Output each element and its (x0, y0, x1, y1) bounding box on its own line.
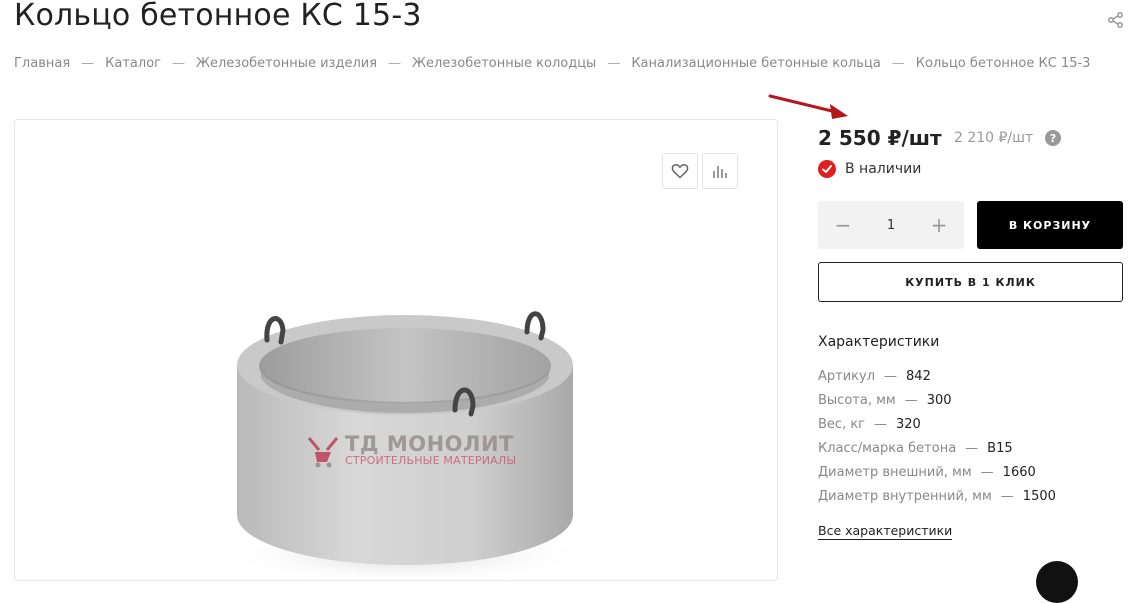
product-gallery: ТД МОНОЛИТ СТРОИТЕЛЬНЫЕ МАТЕРИАЛЫ (14, 119, 778, 581)
spec-value: 842 (906, 369, 931, 384)
spec-dash: — (965, 441, 979, 456)
watermark-brand-name: ТД МОНОЛИТ (345, 432, 514, 456)
breadcrumb-link-home[interactable]: Главная (14, 56, 70, 71)
question-icon[interactable]: ? (1045, 130, 1061, 146)
quantity-stepper: − 1 + (818, 201, 964, 249)
spec-value: B15 (987, 441, 1013, 456)
spec-dash: — (1000, 489, 1014, 504)
spec-value: 320 (896, 417, 921, 432)
all-specs-link[interactable]: Все характеристики (818, 523, 953, 540)
breadcrumb-separator: — (388, 56, 402, 71)
breadcrumb-link-rc-products[interactable]: Железобетонные изделия (196, 56, 377, 71)
spec-name: Диаметр внутренний, мм (818, 489, 992, 504)
spec-row: Класс/марка бетона — B15 (818, 441, 1056, 465)
spec-dash: — (884, 369, 898, 384)
spec-name: Вес, кг (818, 417, 866, 432)
spec-dash: — (874, 417, 888, 432)
spec-dash: — (980, 465, 994, 480)
heart-icon (671, 164, 689, 179)
spec-row: Диаметр внешний, мм — 1660 (818, 465, 1056, 489)
quantity-value[interactable]: 1 (887, 218, 895, 233)
spec-value: 1660 (1002, 465, 1036, 480)
watermark-subtitle: СТРОИТЕЛЬНЫЕ МАТЕРИАЛЫ (345, 454, 517, 467)
decrease-quantity-button[interactable]: − (818, 201, 868, 249)
spec-value: 300 (926, 393, 952, 408)
current-price: 2 550 ₽/шт (818, 126, 942, 150)
spec-row: Диаметр внутренний, мм — 1500 (818, 489, 1056, 513)
check-circle-icon (818, 160, 836, 178)
increase-quantity-button[interactable]: + (914, 201, 964, 249)
spec-row: Артикул — 842 (818, 369, 1056, 393)
breadcrumb-separator: — (607, 56, 621, 71)
spec-row: Вес, кг — 320 (818, 417, 1056, 441)
add-to-favorites-button[interactable] (662, 153, 698, 189)
spec-name: Высота, мм (818, 393, 896, 408)
floating-action-button[interactable] (1036, 561, 1078, 603)
breadcrumb-separator: — (891, 56, 905, 71)
stock-status: В наличии (818, 160, 921, 178)
breadcrumb-link-rc-wells[interactable]: Железобетонные колодцы (412, 56, 596, 71)
spec-value: 1500 (1022, 489, 1056, 504)
breadcrumb: Главная — Каталог — Железобетонные издел… (14, 56, 1090, 71)
old-price: 2 210 ₽/шт (954, 130, 1034, 146)
breadcrumb-separator: — (171, 56, 185, 71)
specs-title: Характеристики (818, 334, 940, 350)
specs-list: Артикул — 842 Высота, мм — 300 Вес, кг — 320 К… (818, 369, 1056, 513)
breadcrumb-link-catalog[interactable]: Каталог (105, 56, 161, 71)
share-icon[interactable] (1106, 10, 1126, 30)
spec-name: Класс/марка бетона (818, 441, 957, 456)
buy-one-click-button[interactable]: КУПИТЬ В 1 КЛИК (818, 262, 1123, 302)
breadcrumb-link-sewer-rings[interactable]: Канализационные бетонные кольца (631, 56, 880, 71)
add-to-compare-button[interactable] (702, 153, 738, 189)
add-to-cart-button[interactable]: В КОРЗИНУ (977, 201, 1123, 249)
bar-chart-icon (713, 166, 727, 178)
page-title: Кольцо бетонное КС 15-3 (14, 0, 422, 33)
spec-name: Артикул (818, 369, 876, 384)
brand-watermark: ТД МОНОЛИТ СТРОИТЕЛЬНЫЕ МАТЕРИАЛЫ (305, 432, 516, 468)
breadcrumb-separator: — (81, 56, 95, 71)
spec-row: Высота, мм — 300 (818, 393, 1056, 417)
logo-icon (307, 437, 339, 468)
breadcrumb-current: Кольцо бетонное КС 15-3 (915, 56, 1091, 71)
spec-dash: — (904, 393, 918, 408)
annotation-arrow-icon (768, 94, 848, 119)
stock-label: В наличии (845, 161, 922, 177)
spec-name: Диаметр внешний, мм (818, 465, 972, 480)
